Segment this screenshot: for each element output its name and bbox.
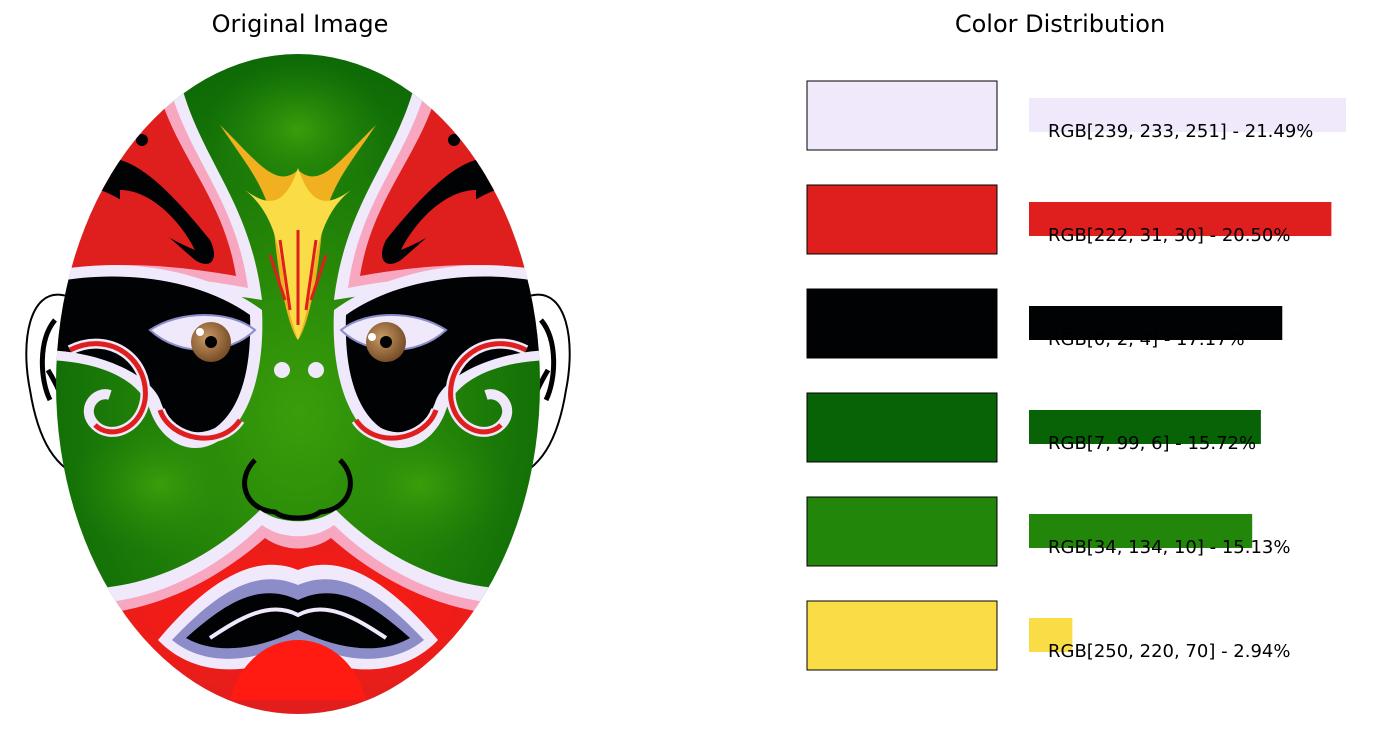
distribution-label: RGB[250, 220, 70] - 2.94% xyxy=(1048,641,1290,662)
color-distribution-title: Color Distribution xyxy=(954,10,1166,38)
color-swatch xyxy=(806,184,998,255)
color-distribution-chart: RGB[239, 233, 251] - 21.49% RGB[222, 31, … xyxy=(806,80,1346,671)
color-swatch xyxy=(806,600,998,671)
opera-mask-image xyxy=(25,54,571,714)
color-swatch xyxy=(806,80,998,151)
color-swatch xyxy=(806,288,998,359)
distribution-label: RGB[34, 134, 10] - 15.13% xyxy=(1048,537,1290,558)
color-swatch xyxy=(806,392,998,463)
distribution-label: RGB[0, 2, 4] - 17.17% xyxy=(1048,329,1245,350)
nose-dot-right xyxy=(308,362,324,378)
original-image-title: Original Image xyxy=(211,10,389,38)
color-swatch xyxy=(806,496,998,567)
distribution-label: RGB[222, 31, 30] - 20.50% xyxy=(1048,225,1290,246)
distribution-label: RGB[239, 233, 251] - 21.49% xyxy=(1048,121,1313,142)
nose-dot-left xyxy=(274,362,290,378)
distribution-label: RGB[7, 99, 6] - 15.72% xyxy=(1048,433,1256,454)
